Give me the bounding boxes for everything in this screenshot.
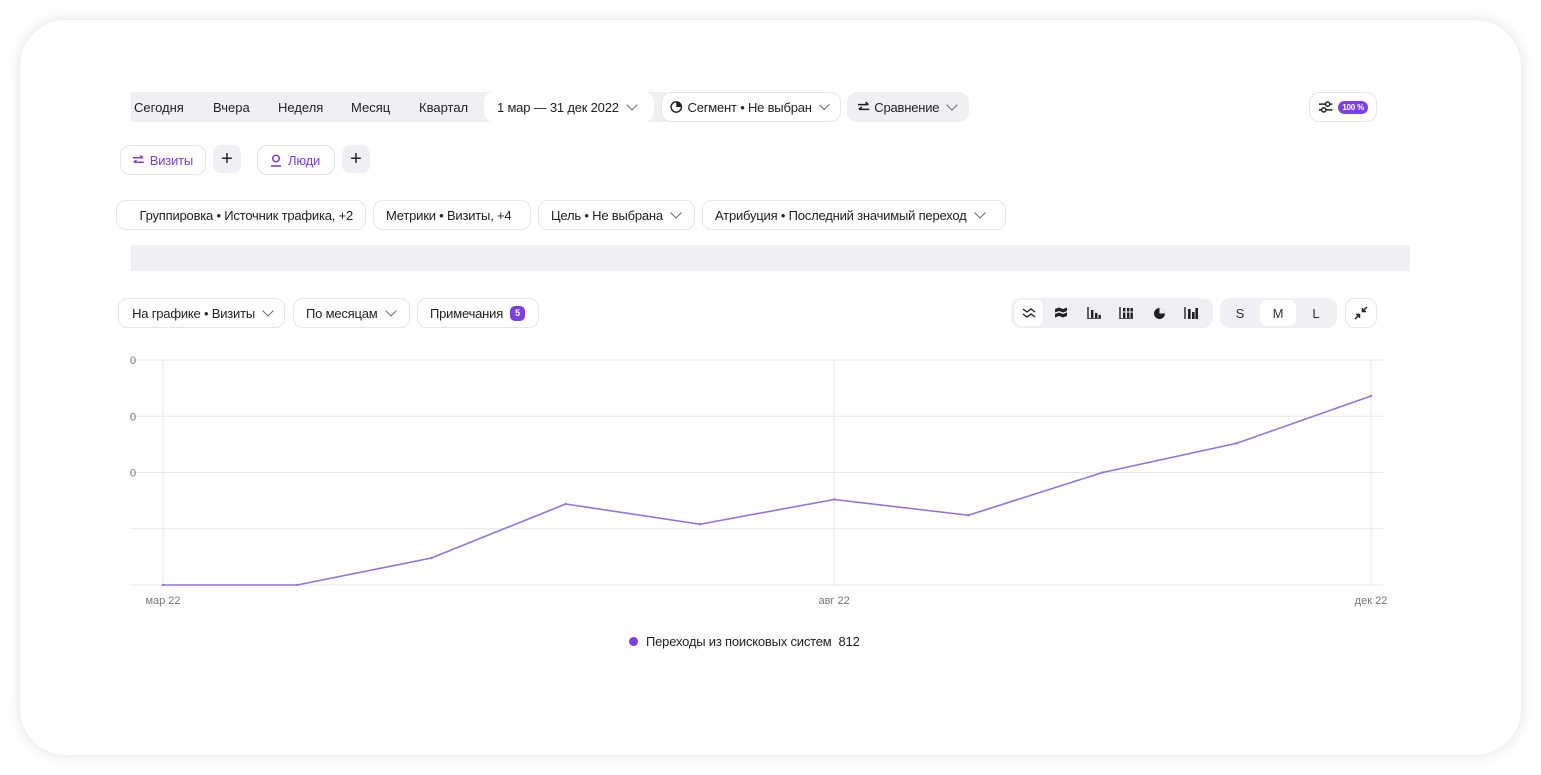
preset-week[interactable]: Неделя: [278, 92, 323, 122]
add-segment-button[interactable]: +: [342, 145, 370, 173]
data-point: [1235, 442, 1238, 445]
sliders-icon: [1318, 101, 1333, 113]
person-icon: [271, 153, 281, 167]
data-point: [296, 583, 299, 587]
data-point: [1369, 394, 1373, 398]
pie-chart-icon[interactable]: [1145, 300, 1173, 326]
size-m-option[interactable]: M: [1260, 300, 1296, 326]
preset-yesterday[interactable]: Вчера: [213, 92, 250, 122]
notes-count-badge: 5: [510, 305, 526, 321]
stacked-bar-icon[interactable]: [1112, 300, 1140, 326]
chevron-down-icon: [626, 99, 638, 111]
tag-visits-label: Визиты: [149, 152, 193, 168]
x-tick-label: авг 22: [818, 595, 849, 607]
data-point: [832, 498, 836, 501]
visits-line-chart: 0 0 0 мар 22 авг 22 дек 22: [130, 355, 1388, 607]
chart-type-toggle: [1011, 298, 1213, 328]
accuracy-badge: 100 %: [1338, 100, 1368, 114]
notes-label: Примечания: [430, 305, 504, 321]
segment-select[interactable]: Сегмент • Не выбран: [661, 92, 841, 122]
chevron-down-icon: [384, 305, 397, 317]
period-label: По месяцам: [306, 305, 378, 321]
size-l-option[interactable]: L: [1298, 300, 1334, 326]
x-tick-label: дек 22: [1355, 595, 1388, 607]
report-card: Сегодня Вчера Неделя Месяц Квартал 1 мар…: [20, 20, 1521, 755]
grouping-label: Группировка • Источник трафика, +2: [139, 207, 353, 223]
metrics-filter[interactable]: Метрики • Визиты, +4: [373, 200, 531, 230]
on-chart-label: На графике • Визиты: [132, 305, 255, 321]
date-range-label: 1 мар — 31 дек 2022: [497, 99, 619, 115]
y-tick-label: 0: [130, 411, 136, 423]
chevron-down-icon: [818, 99, 830, 111]
tag-people-label: Люди: [288, 152, 321, 168]
swap-icon: [132, 154, 144, 164]
data-point: [564, 502, 567, 506]
section-divider: [131, 245, 1410, 271]
area-chart-icon[interactable]: [1047, 300, 1075, 326]
data-point: [161, 583, 165, 587]
grouping-filter[interactable]: Группировка • Источник трафика, +2: [116, 200, 366, 230]
y-tick-label: 0: [130, 468, 136, 480]
attribution-label: Атрибуция • Последний значимый переход: [715, 207, 967, 223]
date-presets-bar: Сегодня Вчера Неделя Месяц Квартал 1 мар…: [131, 92, 673, 122]
legend-series-name: Переходы из поисковых систем: [646, 634, 832, 649]
metrics-label: Метрики • Визиты, +4: [386, 207, 512, 223]
chevron-down-icon: [973, 207, 986, 219]
data-point: [430, 556, 433, 560]
period-select[interactable]: По месяцам: [293, 298, 410, 328]
chevron-down-icon: [262, 305, 274, 317]
chevron-down-icon: [946, 99, 958, 111]
collapse-button[interactable]: [1345, 298, 1377, 328]
legend-total: 812: [838, 634, 860, 649]
on-chart-select[interactable]: На графике • Визиты: [118, 298, 285, 328]
column-chart-icon[interactable]: [1177, 300, 1205, 326]
goal-filter[interactable]: Цель • Не выбрана: [538, 200, 695, 230]
pie-segment-icon: [670, 101, 683, 113]
legend-dot: [629, 637, 638, 646]
series-line: [163, 395, 1372, 586]
data-point: [1101, 471, 1104, 474]
preset-today[interactable]: Сегодня: [134, 92, 184, 122]
sampling-button[interactable]: 100 %: [1309, 92, 1377, 122]
line-chart-icon[interactable]: [1015, 300, 1043, 326]
size-s-option[interactable]: S: [1222, 300, 1258, 326]
tag-people[interactable]: Люди: [257, 145, 335, 175]
goal-label: Цель • Не выбрана: [551, 207, 663, 223]
data-point: [967, 514, 970, 517]
comparison-select[interactable]: Сравнение: [847, 92, 969, 122]
date-range-picker[interactable]: 1 мар — 31 дек 2022: [484, 92, 654, 122]
preset-month[interactable]: Месяц: [351, 92, 390, 122]
size-toggle: S M L: [1220, 298, 1337, 328]
comparison-label: Сравнение: [874, 99, 940, 115]
data-point: [698, 523, 702, 526]
attribution-filter[interactable]: Атрибуция • Последний значимый переход: [702, 200, 1006, 230]
tag-visits[interactable]: Визиты: [120, 145, 206, 175]
chart-legend: Переходы из поисковых систем 812: [629, 634, 860, 649]
notes-button[interactable]: Примечания 5: [417, 298, 539, 328]
collapse-icon: [1354, 306, 1368, 320]
x-tick-label: мар 22: [145, 595, 180, 607]
add-dimension-button[interactable]: +: [213, 145, 241, 173]
segment-label: Сегмент • Не выбран: [687, 99, 812, 115]
y-tick-label: 0: [130, 355, 136, 367]
chevron-down-icon: [670, 207, 682, 219]
preset-quarter[interactable]: Квартал: [419, 92, 468, 122]
swap-icon: [857, 101, 870, 111]
bar-chart-icon[interactable]: [1080, 300, 1108, 326]
